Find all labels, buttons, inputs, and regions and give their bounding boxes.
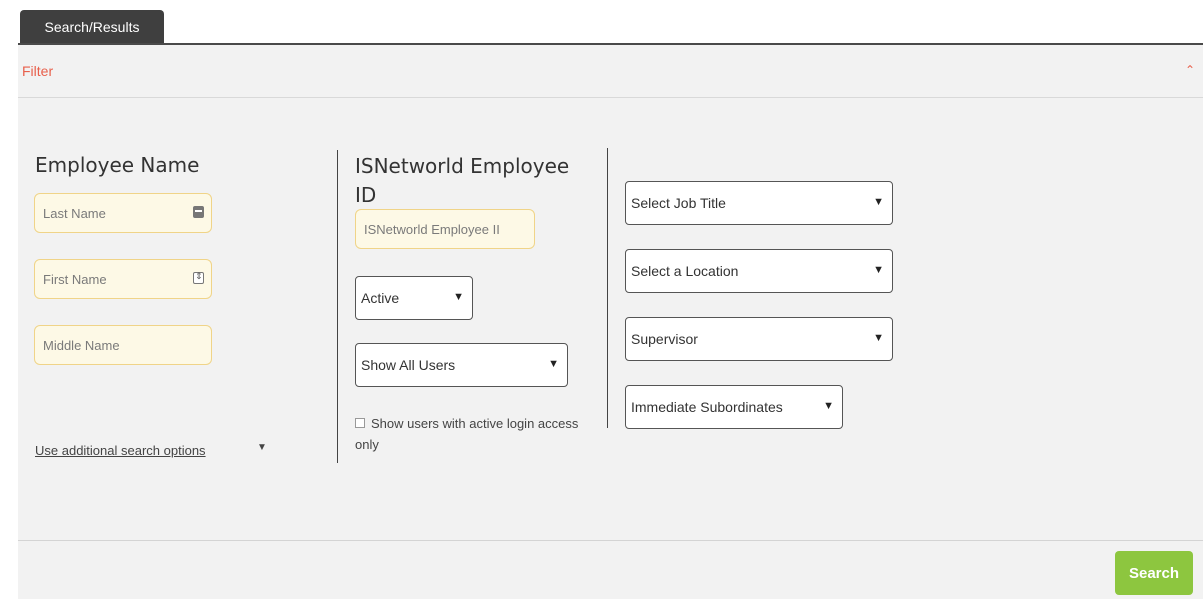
status-select-value: Active [361, 290, 400, 306]
supervisor-select-value: Supervisor [631, 331, 698, 347]
isn-heading-line2: ID [355, 183, 377, 207]
status-select[interactable]: Active ▼ [355, 276, 473, 320]
dropdown-arrow-icon: ▼ [548, 358, 559, 370]
chevron-up-icon[interactable]: ⌃ [1185, 63, 1195, 77]
search-button[interactable]: Search [1115, 551, 1193, 595]
active-login-label: Show users with active login access only [355, 416, 579, 452]
caret-down-icon[interactable]: ▼ [257, 442, 267, 453]
location-select[interactable]: Select a Location ▼ [625, 249, 893, 293]
column-divider [607, 148, 608, 428]
job-title-select[interactable]: Select Job Title ▼ [625, 181, 893, 225]
users-select-value: Show All Users [361, 357, 456, 373]
dropdown-arrow-icon: ▼ [873, 196, 884, 208]
last-name-placeholder: Last Name [43, 205, 106, 221]
tab-search-results[interactable]: Search/Results [20, 10, 164, 44]
filter-title[interactable]: Filter [22, 63, 53, 79]
active-login-option: Show users with active login access only [355, 413, 595, 455]
isn-employee-id-placeholder: ISNetworld Employee II [364, 221, 500, 237]
filter-panel: Filter ⌃ [18, 45, 1203, 599]
job-title-select-value: Select Job Title [631, 195, 726, 211]
subordinates-select[interactable]: Immediate Subordinates ▼ [625, 385, 843, 429]
isn-employee-id-input[interactable]: ISNetworld Employee II [355, 209, 535, 249]
location-select-value: Select a Location [631, 263, 739, 279]
filter-divider [18, 97, 1203, 98]
contact-card-icon [193, 206, 204, 218]
footer-divider [18, 540, 1203, 541]
column-divider [337, 150, 338, 463]
first-name-input[interactable]: First Name [34, 259, 212, 299]
first-name-placeholder: First Name [43, 271, 107, 287]
isn-employee-id-heading: ISNetworld Employee ID [355, 152, 569, 210]
middle-name-input[interactable]: Middle Name [34, 325, 212, 365]
dropdown-arrow-icon: ▼ [873, 332, 884, 344]
last-name-input[interactable]: Last Name [34, 193, 212, 233]
users-select[interactable]: Show All Users ▼ [355, 343, 568, 387]
employee-name-heading: Employee Name [35, 153, 200, 177]
dropdown-arrow-icon: ▼ [453, 291, 464, 303]
spinner-icon [193, 271, 204, 284]
dropdown-arrow-icon: ▼ [823, 400, 834, 412]
active-login-checkbox[interactable] [355, 417, 365, 428]
subordinates-select-value: Immediate Subordinates [631, 399, 783, 415]
supervisor-select[interactable]: Supervisor ▼ [625, 317, 893, 361]
dropdown-arrow-icon: ▼ [873, 264, 884, 276]
isn-heading-line1: ISNetworld Employee [355, 154, 570, 178]
additional-search-options-link[interactable]: Use additional search options [35, 443, 206, 458]
middle-name-placeholder: Middle Name [43, 337, 120, 353]
